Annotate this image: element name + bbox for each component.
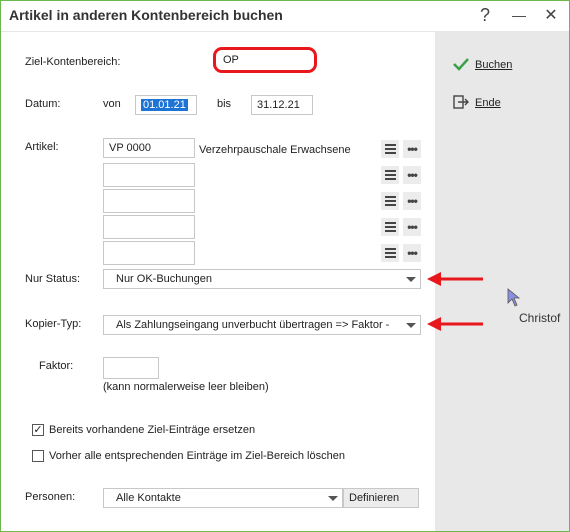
exit-icon xyxy=(453,94,469,112)
cursor-icon xyxy=(507,288,521,307)
list-icon[interactable] xyxy=(381,218,399,236)
persons-dropdown[interactable]: Alle Kontakte xyxy=(103,488,343,508)
chevron-down-icon xyxy=(406,277,416,282)
delete-checkbox[interactable] xyxy=(32,450,44,462)
more-icon[interactable]: ••• xyxy=(403,166,421,184)
end-button-label: Ende xyxy=(475,97,501,109)
target-area-label: Ziel-Kontenbereich: xyxy=(25,56,121,68)
article-code-field[interactable] xyxy=(103,241,195,265)
article-code-field[interactable] xyxy=(103,189,195,213)
factor-hint: (kann normalerweise leer bleiben) xyxy=(103,381,269,393)
article-code-field[interactable] xyxy=(103,163,195,187)
factor-field[interactable] xyxy=(103,357,159,379)
minimize-button[interactable]: — xyxy=(507,4,531,26)
more-icon[interactable]: ••• xyxy=(403,192,421,210)
date-from-value: 01.01.21 xyxy=(141,99,188,111)
chevron-down-icon xyxy=(406,323,416,328)
replace-checkbox[interactable]: ✓ xyxy=(32,424,44,436)
more-icon[interactable]: ••• xyxy=(403,218,421,236)
define-button[interactable]: Definieren xyxy=(343,488,419,508)
copy-type-label: Kopier-Typ: xyxy=(25,318,82,330)
status-value: Nur OK-Buchungen xyxy=(116,273,212,285)
date-to-label: bis xyxy=(217,98,232,110)
status-dropdown[interactable]: Nur OK-Buchungen xyxy=(103,269,421,289)
date-from-label: von xyxy=(103,98,121,110)
date-from-field[interactable]: 01.01.21 xyxy=(135,95,197,115)
copy-type-value: Als Zahlungseingang unverbucht übertrage… xyxy=(116,319,390,331)
list-icon[interactable] xyxy=(381,166,399,184)
title-bar: Artikel in anderen Kontenbereich buchen … xyxy=(1,1,569,32)
annotation-arrow xyxy=(427,317,483,331)
more-icon[interactable]: ••• xyxy=(403,244,421,262)
checkmark-icon xyxy=(453,57,469,74)
article-description: Verzehrpauschale Erwachsene xyxy=(199,144,351,156)
end-button[interactable]: Ende xyxy=(453,93,501,113)
chevron-down-icon xyxy=(328,496,338,501)
list-icon[interactable] xyxy=(381,140,399,158)
tooltip-text: Christof xyxy=(519,311,561,325)
factor-label: Faktor: xyxy=(39,360,74,372)
window-title: Artikel in anderen Kontenbereich buchen xyxy=(9,7,283,23)
article-code-field[interactable]: VP 0000 xyxy=(103,138,195,158)
annotation-arrow xyxy=(427,272,483,286)
dialog-window: Artikel in anderen Kontenbereich buchen … xyxy=(0,0,570,532)
more-icon[interactable]: ••• xyxy=(403,140,421,158)
article-code-field[interactable] xyxy=(103,215,195,239)
date-label: Datum: xyxy=(25,98,61,110)
list-icon[interactable] xyxy=(381,244,399,262)
persons-value: Alle Kontakte xyxy=(116,492,181,504)
highlight-circle xyxy=(213,47,317,73)
book-button[interactable]: Buchen xyxy=(453,55,512,75)
copy-type-dropdown[interactable]: Als Zahlungseingang unverbucht übertrage… xyxy=(103,315,421,335)
help-button[interactable]: ? xyxy=(473,4,497,26)
persons-label: Personen: xyxy=(25,491,76,503)
close-button[interactable]: ✕ xyxy=(539,4,563,26)
status-label: Nur Status: xyxy=(25,273,81,285)
book-button-label: Buchen xyxy=(475,59,513,71)
delete-checkbox-label: Vorher alle entsprechenden Einträge im Z… xyxy=(49,450,345,462)
list-icon[interactable] xyxy=(381,192,399,210)
article-label: Artikel: xyxy=(25,141,59,153)
replace-checkbox-label: Bereits vorhandene Ziel-Einträge ersetze… xyxy=(49,424,256,436)
date-to-field[interactable]: 31.12.21 xyxy=(251,95,313,115)
